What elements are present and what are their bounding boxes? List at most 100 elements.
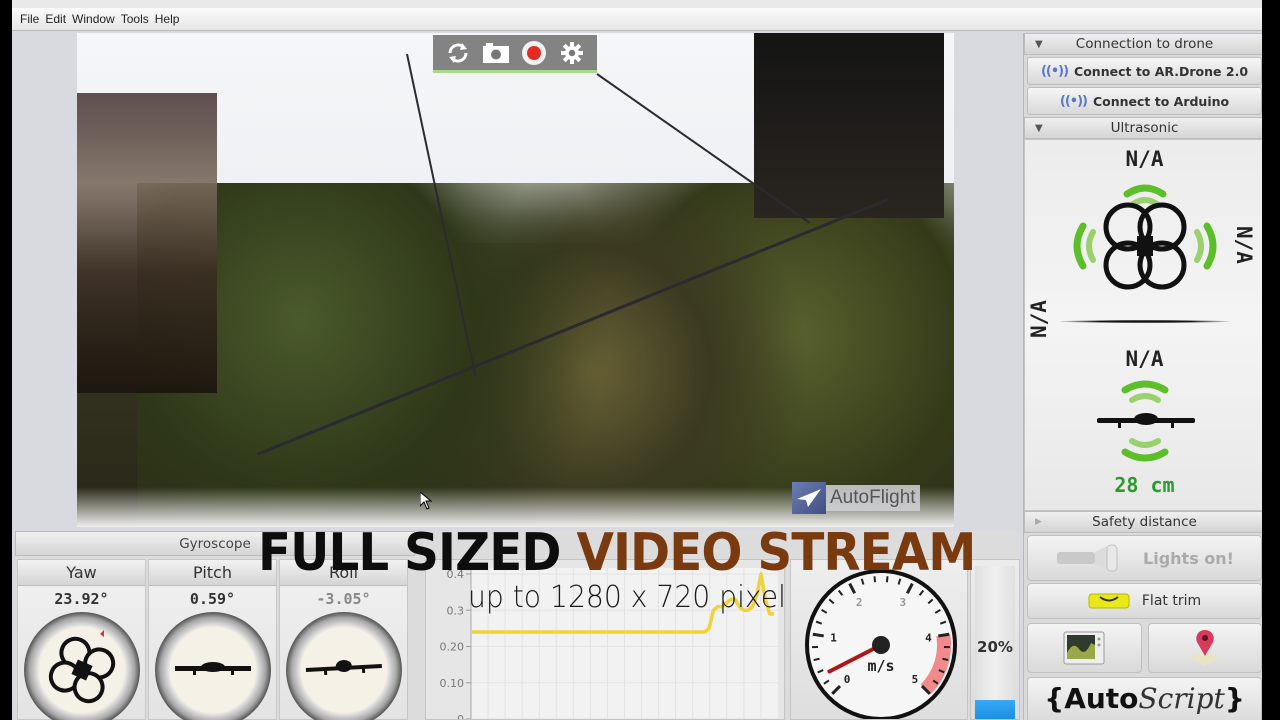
video-scene-trees	[137, 183, 954, 523]
menu-tools[interactable]: Tools	[121, 12, 149, 26]
chart-tick-label: 0.10	[440, 677, 465, 690]
connect-arduino-label: Connect to Arduino	[1092, 93, 1230, 109]
safety-distance-title: Safety distance	[1092, 514, 1197, 530]
brace-right: }	[1224, 682, 1245, 715]
speedo-unit: m/s	[867, 657, 894, 675]
ultrasonic-left-value: N/A	[1027, 300, 1051, 338]
autoscript-auto: Auto	[1064, 682, 1139, 715]
ultrasonic-section-title: Ultrasonic	[1110, 120, 1179, 136]
refresh-button[interactable]	[444, 39, 472, 67]
paper-plane-icon	[792, 482, 826, 514]
connect-ardrone-button[interactable]: ((•)) Connect to AR.Drone 2.0	[1027, 57, 1262, 85]
title-bar	[12, 0, 1262, 8]
app-window: File Edit Window Tools Help AutoFlight ▼…	[12, 0, 1262, 720]
wireless-icon: ((•))	[1040, 63, 1069, 79]
lights-label: Lights on!	[1143, 548, 1234, 568]
autoflight-label: AutoFlight	[826, 485, 920, 511]
gear-icon	[561, 41, 583, 64]
battery-indicator: 20%	[970, 559, 1020, 720]
gyro-roll-value: -3.05°	[316, 590, 371, 608]
tool-icon-row	[1024, 621, 1262, 675]
video-scene-house	[77, 93, 217, 393]
ultrasonic-front-value: N/A	[1125, 147, 1164, 171]
autoflight-watermark: AutoFlight	[792, 482, 932, 514]
mouse-cursor-icon	[419, 490, 433, 514]
gyro-yaw: Yaw 23.92°	[17, 559, 146, 720]
collapse-arrow-icon: ▼	[1035, 122, 1043, 134]
speedo-tick	[942, 657, 949, 662]
drone-top-view-icon	[1073, 184, 1217, 290]
chart-tick-label: 0.20	[440, 641, 465, 654]
snapshot-button[interactable]	[482, 39, 510, 67]
menu-edit[interactable]: Edit	[45, 12, 66, 26]
chart-tick-label: 0.3	[447, 604, 465, 617]
chart-tick-label: 0	[457, 713, 464, 719]
connect-arduino-button[interactable]: ((•)) Connect to Arduino	[1027, 87, 1262, 115]
battery-fill	[975, 700, 1015, 719]
collapse-arrow-icon: ▼	[1035, 38, 1043, 50]
drone-side-view-icon	[175, 662, 251, 675]
ultrasonic-top-value: N/A	[1125, 347, 1164, 371]
safety-distance-header[interactable]: ▶ Safety distance	[1024, 511, 1262, 533]
menu-window[interactable]: Window	[72, 12, 115, 26]
record-button[interactable]	[520, 39, 548, 67]
roll-dial	[286, 612, 402, 720]
gyro-pitch-label: Pitch	[149, 560, 276, 586]
battery-percentage: 20%	[977, 638, 1013, 656]
autoscript-button[interactable]: { Auto Script }	[1027, 677, 1262, 720]
gyro-yaw-value: 23.92°	[54, 590, 109, 608]
brace-left: {	[1044, 682, 1065, 715]
menu-help[interactable]: Help	[155, 12, 180, 26]
speedo-tick-label: 0	[844, 673, 851, 686]
menu-file[interactable]: File	[20, 12, 39, 26]
connect-ardrone-label: Connect to AR.Drone 2.0	[1074, 63, 1249, 79]
headline-brown: VIDEO STREAM	[576, 523, 976, 583]
overlay-headline: FULL SIZED VIDEO STREAM	[258, 522, 976, 584]
drone-side-view-icon	[1097, 380, 1195, 462]
map-button[interactable]	[1147, 623, 1262, 673]
overlay-subline: up to 1280 x 720 pixel	[468, 580, 786, 615]
flat-trim-label: Flat trim	[1141, 593, 1202, 609]
map-pin-icon	[1188, 630, 1221, 666]
lights-button[interactable]: Lights on!	[1027, 535, 1262, 581]
wireless-icon: ((•))	[1059, 93, 1088, 109]
pitch-dial	[155, 612, 271, 720]
right-panel: ▼ Connection to drone ((•)) Connect to A…	[1023, 33, 1262, 720]
speedo-tick-label: 4	[925, 631, 932, 644]
sensor-graph-button[interactable]	[1027, 623, 1142, 673]
speedo-tick	[938, 632, 950, 638]
video-scene-building	[754, 33, 944, 218]
flashlight-icon	[1057, 544, 1118, 572]
autoscript-script: Script	[1138, 682, 1225, 715]
expand-arrow-icon: ▶	[1035, 517, 1042, 527]
speedo-tick	[813, 657, 820, 662]
ultrasonic-bottom-value: 28 cm	[1114, 473, 1175, 497]
connection-section-header[interactable]: ▼ Connection to drone	[1024, 33, 1262, 55]
ultrasonic-right-value: N/A	[1232, 226, 1256, 264]
ultrasonic-divider	[1061, 320, 1229, 323]
ultrasonic-panel: N/A N/A N/A N/A 28 cm	[1024, 139, 1262, 511]
spirit-level-icon	[1088, 593, 1130, 609]
speedo-tick	[812, 632, 824, 638]
video-stream	[77, 33, 954, 527]
speedo-tick-label: 3	[899, 596, 906, 609]
drone-front-view-icon	[305, 659, 382, 676]
drone-top-view-icon	[48, 630, 116, 704]
menu-bar: File Edit Window Tools Help	[12, 8, 1262, 31]
speedo-tick-label: 2	[856, 596, 863, 609]
connection-section-title: Connection to drone	[1075, 36, 1214, 52]
camera-icon	[483, 42, 509, 63]
gyro-pitch-value: 0.59°	[189, 590, 236, 608]
record-icon	[522, 40, 546, 65]
speedo-tick-label: 1	[830, 631, 837, 644]
monitor-graph-icon	[1063, 631, 1105, 665]
settings-button[interactable]	[558, 39, 586, 67]
yaw-dial	[24, 612, 140, 720]
speedo-tick-label: 5	[912, 673, 919, 686]
refresh-icon	[448, 42, 468, 63]
ultrasonic-section-header[interactable]: ▼ Ultrasonic	[1024, 117, 1262, 139]
flat-trim-button[interactable]: Flat trim	[1027, 583, 1262, 619]
headline-black: FULL SIZED	[258, 523, 577, 583]
gyro-yaw-label: Yaw	[18, 560, 145, 586]
speedo-hub	[872, 636, 890, 654]
